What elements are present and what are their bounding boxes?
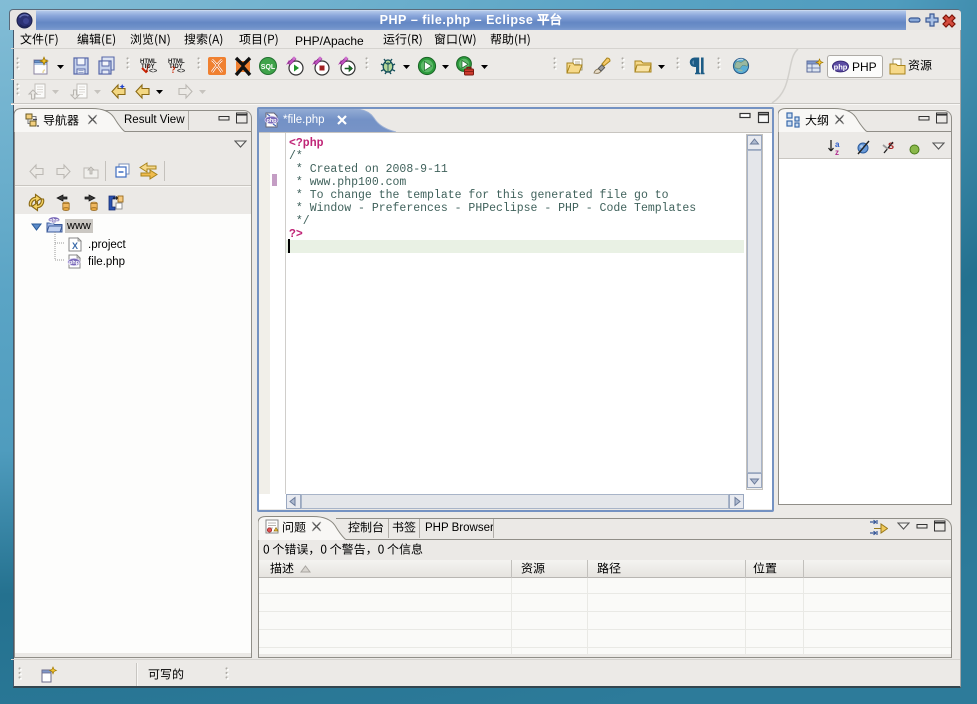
svg-text:php: php xyxy=(49,218,58,224)
svg-text:<>: <> xyxy=(177,68,185,75)
svg-text:?: ? xyxy=(171,65,176,75)
svg-text:php: php xyxy=(834,63,848,72)
svg-text:X: X xyxy=(72,241,78,251)
svg-text:php: php xyxy=(69,260,80,266)
svg-text:<>: <> xyxy=(149,68,157,75)
svg-text:SQL: SQL xyxy=(261,64,276,71)
svg-text:z: z xyxy=(835,148,839,155)
svg-text:php: php xyxy=(266,118,277,124)
